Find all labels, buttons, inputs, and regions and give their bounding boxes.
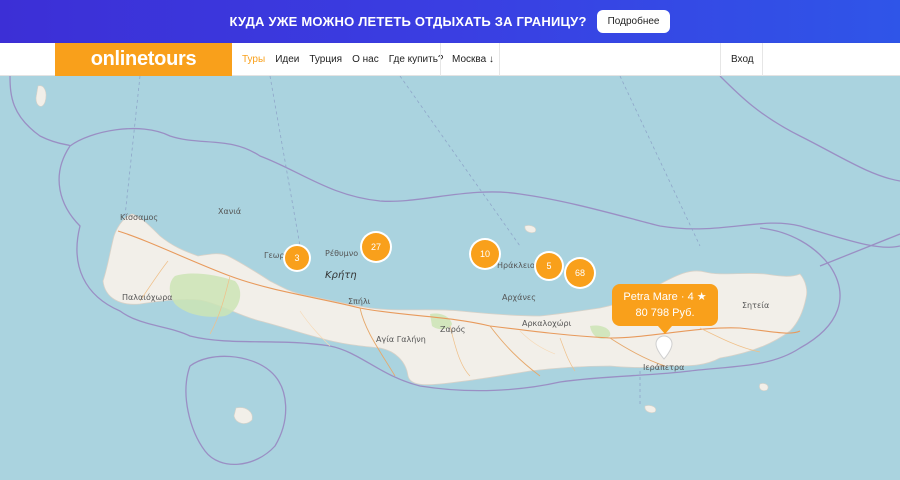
place-chania: Χανιά bbox=[218, 207, 241, 216]
cluster-count: 68 bbox=[575, 268, 585, 278]
hotel-stars: 4 bbox=[687, 291, 694, 303]
nav-item-ideas[interactable]: Идеи bbox=[275, 54, 299, 65]
logo[interactable]: onlinetours bbox=[55, 43, 232, 76]
login-link[interactable]: Вход bbox=[731, 43, 754, 76]
star-icon: ★ bbox=[696, 291, 707, 303]
place-sitia: Σητεία bbox=[742, 301, 769, 310]
map-view[interactable]: Κίσσαμος Χανιά Ρέθυμνο Κρήτη Ηράκλειο Σπ… bbox=[0, 76, 900, 480]
nav-menu: Туры Идеи Турция О нас Где купить? bbox=[242, 43, 444, 76]
nav-item-where-to-buy[interactable]: Где купить? bbox=[389, 54, 444, 65]
place-crete: Κρήτη bbox=[325, 269, 357, 281]
hotel-popup[interactable]: Petra Mare · 4 ★ 80 798 Руб. bbox=[612, 284, 718, 334]
hotel-name: Petra Mare bbox=[623, 291, 678, 303]
promo-text: КУДА УЖЕ МОЖНО ЛЕТЕТЬ ОТДЫХАТЬ ЗА ГРАНИЦ… bbox=[229, 14, 587, 29]
hotel-popup-title: Petra Mare · 4 ★ bbox=[612, 289, 718, 305]
cluster-count: 10 bbox=[480, 249, 490, 259]
place-arkalochori: Αρκαλοχώρι bbox=[522, 318, 572, 328]
promo-banner: КУДА УЖЕ МОЖНО ЛЕТЕТЬ ОТДЫХАТЬ ЗА ГРАНИЦ… bbox=[0, 0, 900, 43]
nav-item-turkey[interactable]: Турция bbox=[309, 54, 342, 65]
place-archanes: Αρχάνες bbox=[502, 293, 536, 302]
hotel-cluster[interactable]: 68 bbox=[564, 257, 596, 289]
nav-item-about[interactable]: О нас bbox=[352, 54, 379, 65]
nav-divider bbox=[720, 43, 721, 76]
hotel-cluster[interactable]: 5 bbox=[534, 251, 564, 281]
nav-divider bbox=[440, 43, 441, 76]
city-selector[interactable]: Москва ↓ bbox=[452, 43, 494, 76]
promo-details-button[interactable]: Подробнее bbox=[596, 10, 671, 33]
hotel-cluster[interactable]: 27 bbox=[360, 231, 392, 263]
cluster-count: 5 bbox=[546, 261, 551, 271]
nav-item-tours[interactable]: Туры bbox=[242, 54, 265, 65]
hotel-price: 80 798 Руб. bbox=[635, 307, 695, 319]
nav-divider bbox=[499, 43, 500, 76]
place-rethymno: Ρέθυμνο bbox=[325, 248, 358, 258]
place-ierapetra: Ιεράπετρα bbox=[643, 363, 684, 372]
islet bbox=[759, 383, 769, 391]
map-pin-icon[interactable] bbox=[654, 335, 674, 361]
place-georgioupoli: Γεωρ bbox=[264, 251, 285, 260]
hotel-stars-separator: · bbox=[680, 291, 685, 303]
place-kissamos: Κίσσαμος bbox=[120, 213, 158, 222]
cluster-count: 3 bbox=[294, 253, 299, 263]
cluster-count: 27 bbox=[371, 242, 381, 252]
islet bbox=[35, 85, 47, 107]
place-agia-galini: Αγία Γαλήνη bbox=[376, 335, 426, 344]
hotel-cluster[interactable]: 3 bbox=[283, 244, 311, 272]
top-nav: onlinetours Туры Идеи Турция О нас Где к… bbox=[0, 43, 900, 76]
place-spili: Σπήλι bbox=[348, 297, 371, 306]
place-zaros: Ζαρός bbox=[440, 324, 465, 334]
nav-divider bbox=[762, 43, 763, 76]
place-heraklion: Ηράκλειο bbox=[497, 261, 535, 270]
place-paleochora: Παλαιόχωρα bbox=[122, 292, 173, 302]
hotel-cluster[interactable]: 10 bbox=[469, 238, 501, 270]
map-canvas[interactable]: Κίσσαμος Χανιά Ρέθυμνο Κρήτη Ηράκλειο Σπ… bbox=[0, 76, 900, 480]
